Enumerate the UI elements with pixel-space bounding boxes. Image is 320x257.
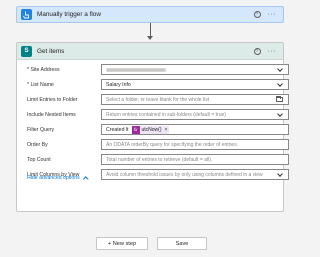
token-text: utcNow()	[141, 126, 162, 133]
hide-advanced-label: Hide advanced options	[27, 175, 80, 181]
filter-query-text: Created lt	[106, 126, 129, 133]
new-step-button[interactable]: + New step	[96, 237, 148, 250]
redacted-value	[106, 67, 166, 72]
function-icon: fx	[131, 125, 140, 134]
limit-folder-placeholder: Select a folder, or leave blank for the …	[106, 96, 210, 103]
list-name-row: * List Name Salary Info	[17, 79, 289, 91]
close-icon[interactable]: ×	[165, 127, 168, 133]
top-count-row: Top Count Total number of entries to ret…	[17, 154, 289, 166]
expression-token[interactable]: fx utcNow() ×	[131, 125, 170, 134]
trigger-title: Manually trigger a flow	[37, 11, 101, 18]
more-options-icon[interactable]: ···	[268, 11, 277, 18]
save-button[interactable]: Save	[157, 237, 207, 250]
flow-connector-line	[149, 23, 151, 37]
order-by-placeholder: An ODATA orderBy query for specifying th…	[106, 141, 239, 148]
nested-items-placeholder: Return entries contained in sub-folders …	[106, 111, 226, 118]
order-by-label: Order By	[27, 142, 48, 148]
site-address-row: * Site Address	[17, 64, 289, 76]
site-address-dropdown[interactable]	[101, 64, 289, 75]
order-by-input[interactable]: An ODATA orderBy query for specifying th…	[101, 139, 289, 150]
limit-folder-row: Limit Entries to Folder Select a folder,…	[17, 94, 289, 106]
limit-folder-label: Limit Entries to Folder	[27, 97, 78, 103]
get-items-header[interactable]: S Get items ? ···	[17, 43, 283, 60]
list-name-value: Salary Info	[106, 81, 131, 88]
filter-query-input[interactable]: Created lt fx utcNow() ×	[101, 124, 289, 135]
limit-folder-input[interactable]: Select a folder, or leave blank for the …	[101, 94, 289, 105]
limit-columns-placeholder: Avoid column threshold issues by only us…	[106, 171, 263, 178]
chevron-down-icon[interactable]	[277, 170, 283, 177]
folder-icon[interactable]	[276, 96, 283, 102]
get-items-card: S Get items ? ··· * Site Address * List …	[16, 42, 289, 212]
chevron-down-icon[interactable]	[277, 65, 283, 72]
help-icon[interactable]: ?	[253, 11, 261, 18]
hide-advanced-options-link[interactable]: Hide advanced options	[27, 175, 89, 182]
hand-pointer-icon	[21, 9, 32, 20]
action-title: Get items	[37, 47, 65, 55]
chevron-up-icon	[83, 176, 89, 182]
site-address-label: * Site Address	[27, 67, 60, 73]
nested-items-label: Include Nested Items	[27, 112, 76, 118]
chevron-down-icon[interactable]	[277, 110, 283, 117]
list-name-label: * List Name	[27, 82, 54, 88]
nested-items-row: Include Nested Items Return entries cont…	[17, 109, 289, 121]
filter-query-label: Filter Query	[27, 127, 55, 133]
nested-items-dropdown[interactable]: Return entries contained in sub-folders …	[101, 109, 289, 120]
filter-query-row: Filter Query Created lt fx utcNow() ×	[17, 124, 289, 136]
trigger-card[interactable]: Manually trigger a flow ? ···	[16, 6, 284, 23]
site-address-value	[106, 67, 278, 72]
chevron-down-icon[interactable]	[277, 80, 283, 87]
arrow-down-icon	[147, 36, 153, 40]
top-count-input[interactable]: Total number of entries to retrieve (def…	[101, 154, 289, 165]
sharepoint-icon: S	[21, 45, 32, 57]
help-icon[interactable]: ?	[253, 47, 261, 55]
more-options-icon[interactable]: ···	[268, 48, 277, 55]
order-by-row: Order By An ODATA orderBy query for spec…	[17, 139, 289, 151]
top-count-placeholder: Total number of entries to retrieve (def…	[106, 156, 213, 163]
top-count-label: Top Count	[27, 157, 51, 163]
list-name-dropdown[interactable]: Salary Info	[101, 79, 289, 90]
limit-columns-dropdown[interactable]: Avoid column threshold issues by only us…	[101, 169, 289, 180]
